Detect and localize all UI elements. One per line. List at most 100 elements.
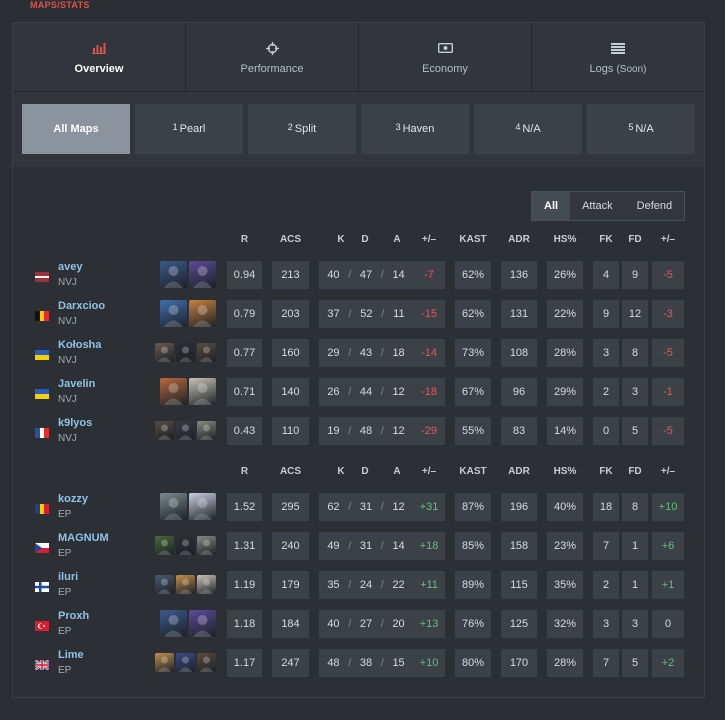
column-header-fk: FK	[599, 234, 613, 245]
flag-ukraine-icon	[35, 386, 49, 399]
stat-kda: 48 / 38 / 15	[319, 649, 413, 677]
player-name[interactable]: Lime	[58, 649, 84, 661]
stat-fk: 18	[593, 493, 619, 521]
player-team: EP	[58, 665, 72, 676]
player-name[interactable]: iluri	[58, 571, 78, 583]
stat-assists: 12	[392, 386, 405, 398]
stat-kast: 76%	[455, 610, 491, 638]
stat-acs: 295	[272, 493, 309, 521]
agent-icons	[160, 610, 216, 637]
stat-hs: 23%	[547, 532, 583, 560]
side-filter: All Attack Defend	[531, 191, 686, 221]
stat-deaths: 48	[359, 425, 373, 437]
column-header-fk: FK	[599, 466, 613, 477]
flag-romania-icon	[35, 501, 49, 514]
player-name[interactable]: avey	[58, 261, 82, 273]
agent-portrait-icon	[155, 421, 174, 440]
stat-kast: 80%	[455, 649, 491, 677]
side-all[interactable]: All	[532, 192, 571, 220]
stat-fk: 4	[593, 261, 619, 289]
player-name[interactable]: Proxh	[58, 610, 89, 622]
map-all[interactable]: All Maps	[22, 104, 130, 154]
map-5[interactable]: 5 N/A	[587, 104, 695, 154]
stat-fk: 7	[593, 532, 619, 560]
column-header-fkfd: +/–	[660, 466, 676, 477]
stat-pm: -18	[413, 378, 445, 406]
slash-separator: /	[348, 579, 352, 591]
player-row: Lime EP 1.17 247 48 / 38 / 15 +10 80% 170 28% 7 5 +2	[13, 644, 704, 683]
stat-kills: 62	[327, 501, 340, 513]
agent-icons	[155, 571, 216, 594]
stat-assists: 11	[393, 308, 405, 320]
slash-separator: /	[348, 618, 352, 630]
stat-kills: 40	[327, 269, 340, 281]
player-name[interactable]: Kołosha	[58, 339, 101, 351]
stat-adr: 96	[501, 378, 537, 406]
stat-r: 0.43	[227, 417, 262, 445]
stat-hs: 14%	[547, 417, 583, 445]
stat-kast: 87%	[455, 493, 491, 521]
stat-fk: 3	[593, 339, 619, 367]
flag-finland-icon	[35, 579, 49, 592]
stat-hs: 32%	[547, 610, 583, 638]
tab-overview[interactable]: Overview	[13, 23, 186, 91]
stat-hs: 28%	[547, 649, 583, 677]
slash-separator: /	[348, 347, 352, 359]
player-name[interactable]: k9lyos	[58, 417, 92, 429]
slash-separator: /	[348, 269, 352, 281]
stat-fd: 5	[622, 417, 648, 445]
agent-portrait-icon	[189, 610, 216, 637]
stat-deaths: 52	[360, 308, 373, 320]
agent-portrait-icon	[197, 653, 216, 672]
map-4[interactable]: 4 N/A	[474, 104, 582, 154]
side-defend[interactable]: Defend	[624, 192, 685, 220]
stat-acs: 203	[272, 300, 309, 328]
agent-portrait-icon	[176, 343, 195, 362]
stat-kills: 29	[327, 347, 340, 359]
player-name[interactable]: MAGNUM	[58, 532, 109, 544]
stat-assists: 15	[392, 657, 405, 669]
stat-kda: 49 / 31 / 14	[319, 532, 413, 560]
stat-deaths: 24	[359, 579, 373, 591]
player-name[interactable]: Darxcioo	[58, 300, 105, 312]
slash-separator: /	[348, 386, 352, 398]
slash-separator: /	[380, 347, 384, 359]
map-3[interactable]: 3 Haven	[361, 104, 469, 154]
slash-separator: /	[380, 386, 384, 398]
stat-deaths: 47	[359, 269, 373, 281]
agent-portrait-icon	[197, 536, 216, 555]
stats-area: All Attack Defend R ACS K D A +/– KAST ADR HS% FK…	[13, 167, 704, 697]
stat-hs: 29%	[547, 378, 583, 406]
slash-separator: /	[380, 425, 384, 437]
tab-economy[interactable]: Economy	[359, 23, 532, 91]
flag-ukraine-icon	[35, 347, 49, 360]
stat-kda: 29 / 43 / 18	[319, 339, 413, 367]
agent-portrait-icon	[176, 575, 195, 594]
map-2[interactable]: 2 Split	[248, 104, 356, 154]
player-row: Javelin NVJ 0.71 140 26 / 44 / 12 -18 67% 96 29% 2 3 -1	[13, 373, 704, 412]
stat-assists: 12	[392, 425, 405, 437]
player-name[interactable]: Javelin	[58, 378, 95, 390]
tab-label: Performance	[240, 63, 304, 75]
flag-france-icon	[35, 425, 49, 438]
stat-fkfd: +6	[652, 532, 684, 560]
stat-kda: 40 / 47 / 14	[319, 261, 413, 289]
stat-adr: 131	[501, 300, 537, 328]
agent-portrait-icon	[160, 610, 187, 637]
map-1[interactable]: 1 Pearl	[135, 104, 243, 154]
stat-r: 0.94	[227, 261, 262, 289]
player-row: kozzy EP 1.52 295 62 / 31 / 12 +31 87% 196 40% 18 8 +10	[13, 488, 704, 527]
stat-kda: 35 / 24 / 22	[319, 571, 413, 599]
stat-r: 1.17	[227, 649, 262, 677]
list-icon	[611, 39, 625, 57]
side-attack[interactable]: Attack	[570, 192, 625, 220]
tab-performance[interactable]: Performance	[186, 23, 359, 91]
stat-kda: 37 / 52 / 11	[319, 300, 413, 328]
tab-logs[interactable]: Logs (Soon)	[532, 23, 704, 91]
column-header-d: D	[361, 466, 369, 477]
column-header-a: A	[393, 466, 401, 477]
player-name[interactable]: kozzy	[58, 493, 88, 505]
agent-portrait-icon	[155, 343, 174, 362]
slash-separator: /	[348, 425, 352, 437]
stat-acs: 160	[272, 339, 309, 367]
